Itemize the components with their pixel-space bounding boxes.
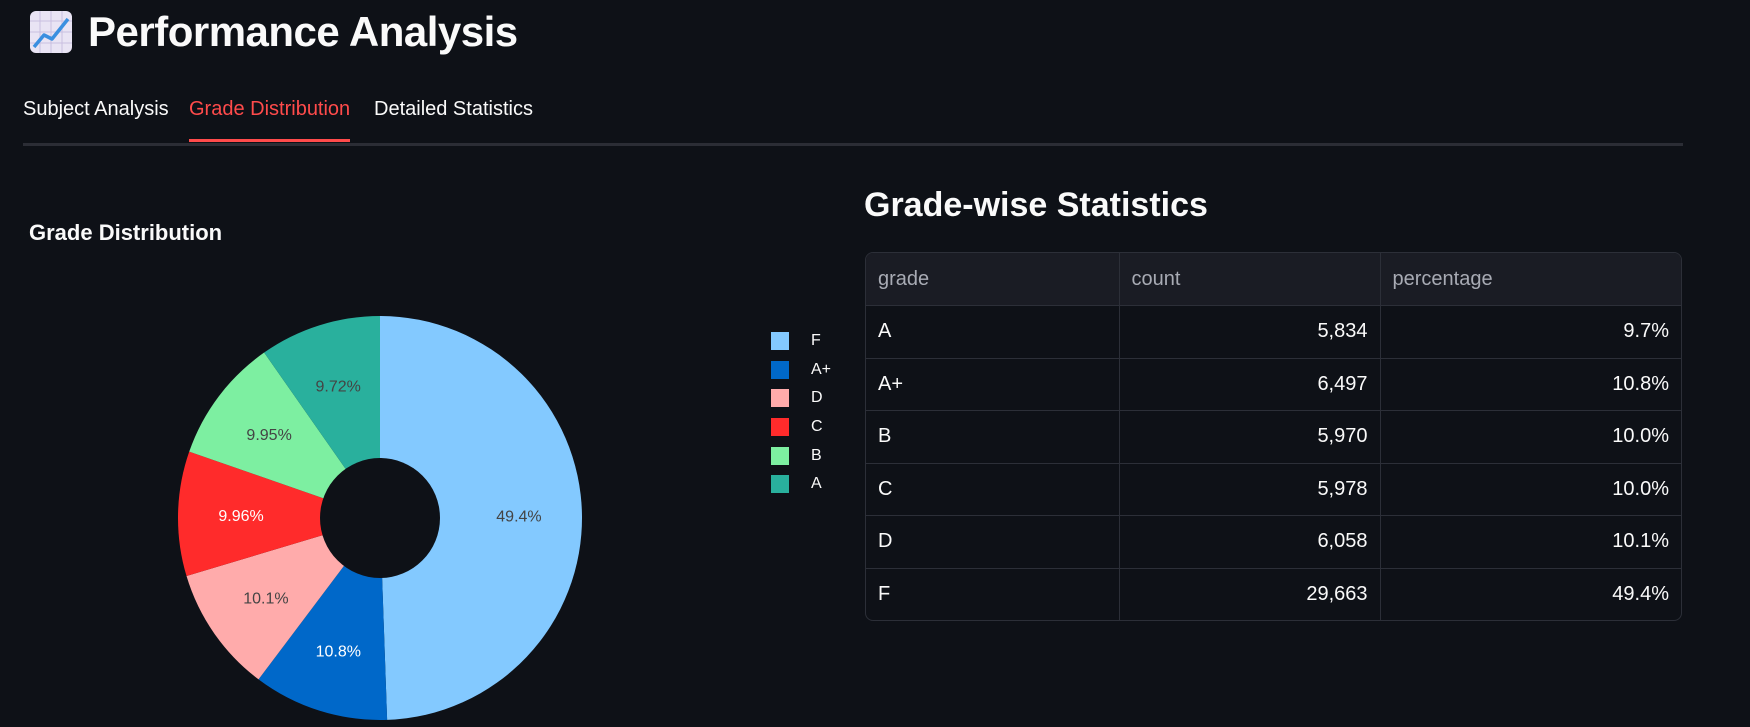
cell-count: 6,058 xyxy=(1119,515,1381,569)
donut-hole xyxy=(320,458,440,578)
legend-swatch xyxy=(771,389,789,408)
cell-percentage: 9.7% xyxy=(1380,305,1681,359)
cell-percentage: 10.0% xyxy=(1380,463,1681,516)
cell-count: 6,497 xyxy=(1119,358,1381,411)
legend-item[interactable]: A xyxy=(771,470,831,499)
legend-label: D xyxy=(811,389,823,407)
table-row: B 5,970 10.0% xyxy=(866,410,1681,464)
slice-label: 49.4% xyxy=(496,509,541,526)
cell-grade: B xyxy=(866,410,1120,464)
table-row: A 5,834 9.7% xyxy=(866,305,1681,359)
cell-percentage: 10.0% xyxy=(1380,410,1681,464)
legend-swatch xyxy=(771,418,789,437)
slice-label: 10.8% xyxy=(316,644,361,661)
table-header-row: grade count percentage xyxy=(866,253,1681,306)
table-row: F 29,663 49.4% xyxy=(866,568,1681,620)
cell-grade: D xyxy=(866,515,1120,569)
tab-grade-distribution[interactable]: Grade Distribution xyxy=(189,98,351,142)
column-header-percentage[interactable]: percentage xyxy=(1380,253,1681,306)
column-header-grade[interactable]: grade xyxy=(866,253,1120,306)
cell-count: 5,834 xyxy=(1119,305,1381,359)
table-row: A+ 6,497 10.8% xyxy=(866,358,1681,411)
table-row: C 5,978 10.0% xyxy=(866,463,1681,516)
legend-swatch xyxy=(771,332,789,351)
cell-grade: A xyxy=(866,305,1120,359)
slice-label: 9.96% xyxy=(218,508,263,525)
tab-bar: Subject Analysis Grade Distribution Deta… xyxy=(23,88,1683,146)
page-title: Performance Analysis xyxy=(88,8,518,55)
cell-grade: F xyxy=(866,568,1120,620)
legend-item[interactable]: D xyxy=(771,384,831,413)
chart-legend: F A+ D C B A xyxy=(771,327,831,499)
slice-label: 10.1% xyxy=(243,590,288,607)
chart-increasing-icon xyxy=(30,11,72,53)
legend-item[interactable]: C xyxy=(771,413,831,442)
legend-item[interactable]: A+ xyxy=(771,356,831,385)
legend-swatch xyxy=(771,360,789,379)
slice-label: 9.95% xyxy=(246,427,291,444)
slice-label: 9.72% xyxy=(316,378,361,395)
legend-label: F xyxy=(811,332,821,350)
legend-item[interactable]: F xyxy=(771,327,831,356)
page-header: Performance Analysis xyxy=(30,8,518,56)
column-header-count[interactable]: count xyxy=(1119,253,1381,306)
grade-stats-table: grade count percentage A 5,834 9.7% A+ 6… xyxy=(865,252,1682,621)
cell-percentage: 49.4% xyxy=(1612,583,1669,605)
tab-detailed-statistics[interactable]: Detailed Statistics xyxy=(374,98,533,142)
legend-swatch xyxy=(771,475,789,494)
grade-distribution-pie-chart: 49.4% 10.8% 10.1% 9.96% 9.95% 9.72% xyxy=(178,316,582,720)
cell-grade: C xyxy=(866,463,1120,516)
stats-heading: Grade-wise Statistics xyxy=(864,186,1208,224)
cell-count: 29,663 xyxy=(1119,568,1381,620)
tab-subject-analysis[interactable]: Subject Analysis xyxy=(23,98,169,142)
legend-item[interactable]: B xyxy=(771,441,831,470)
cell-percentage: 10.8% xyxy=(1380,358,1681,411)
legend-label: A xyxy=(811,475,822,493)
legend-label: C xyxy=(811,418,823,436)
cell-grade: A+ xyxy=(866,358,1120,411)
legend-label: B xyxy=(811,446,822,464)
cell-count: 5,978 xyxy=(1119,463,1381,516)
cell-count: 5,970 xyxy=(1119,410,1381,464)
cell-percentage: 10.1% xyxy=(1380,515,1681,569)
legend-swatch xyxy=(771,446,789,465)
table-row: D 6,058 10.1% xyxy=(866,515,1681,569)
legend-label: A+ xyxy=(811,360,832,378)
